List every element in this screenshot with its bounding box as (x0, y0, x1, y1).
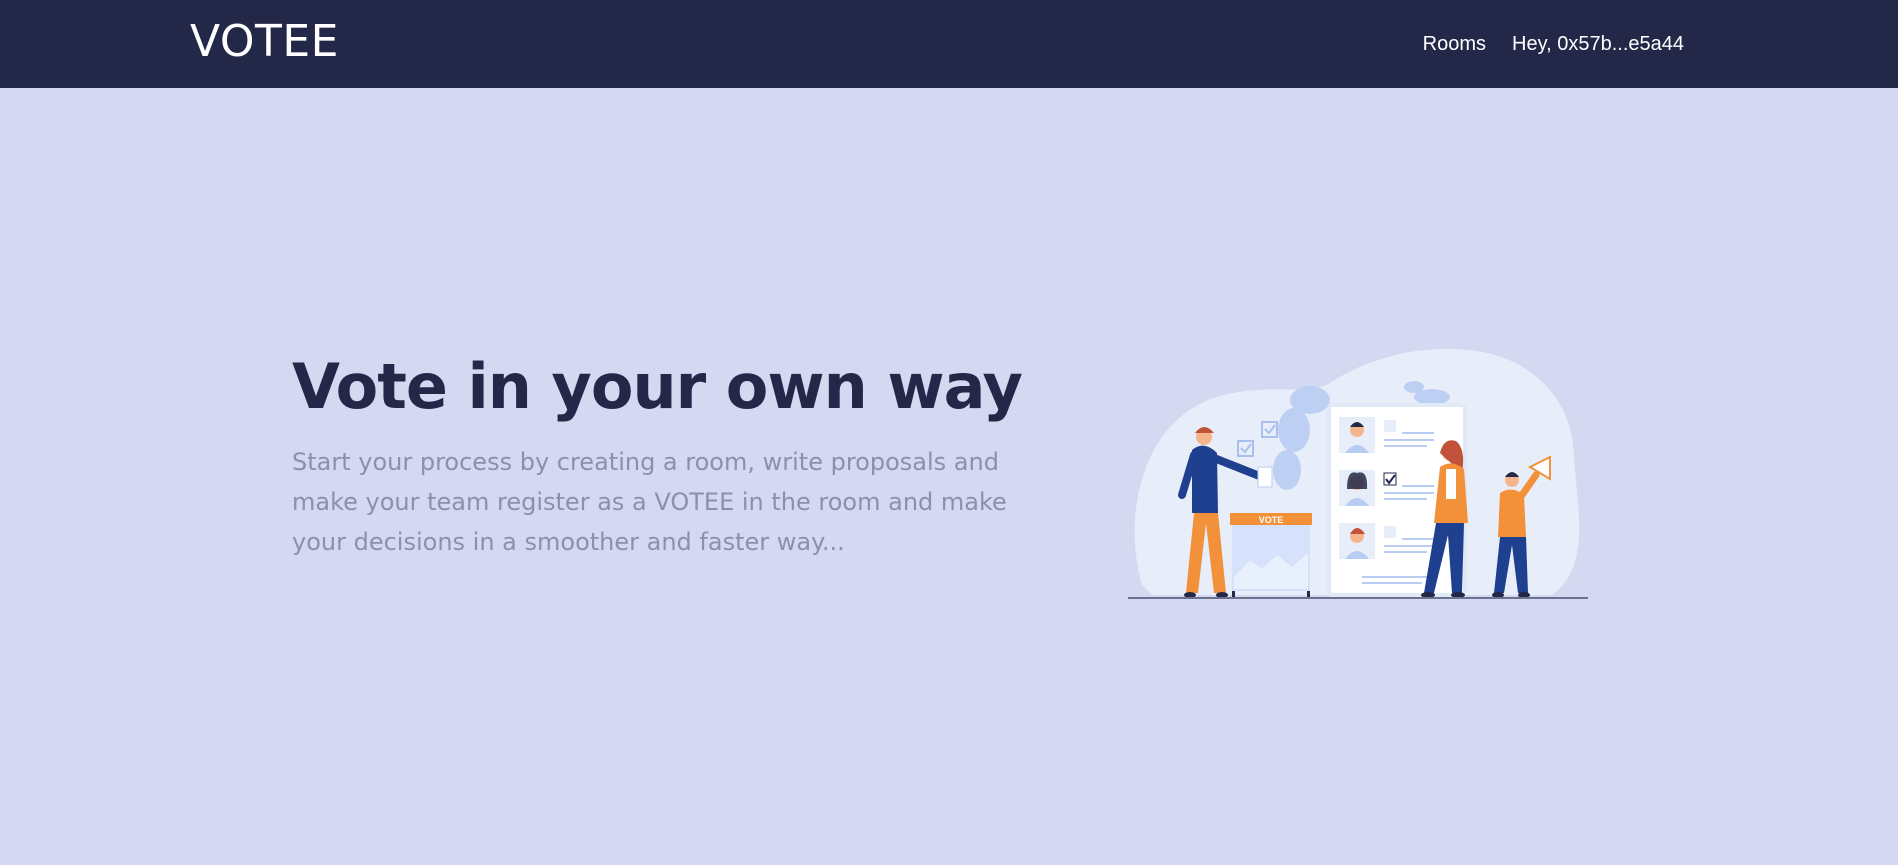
top-navbar: VOTEE Rooms Hey, 0x57b...e5a44 (0, 0, 1898, 88)
nav-account-link[interactable]: Hey, 0x57b...e5a44 (1512, 30, 1684, 58)
nav-links: Rooms Hey, 0x57b...e5a44 (1423, 30, 1684, 58)
voting-illustration: VOTE (1122, 345, 1594, 605)
ballot-box-label: VOTE (1259, 515, 1284, 525)
nav-rooms-link[interactable]: Rooms (1423, 30, 1486, 58)
brand-logo[interactable]: VOTEE (190, 16, 339, 68)
hero-description: Start your process by creating a room, w… (292, 448, 1007, 556)
hero-title: Vote in your own way (292, 350, 1023, 423)
